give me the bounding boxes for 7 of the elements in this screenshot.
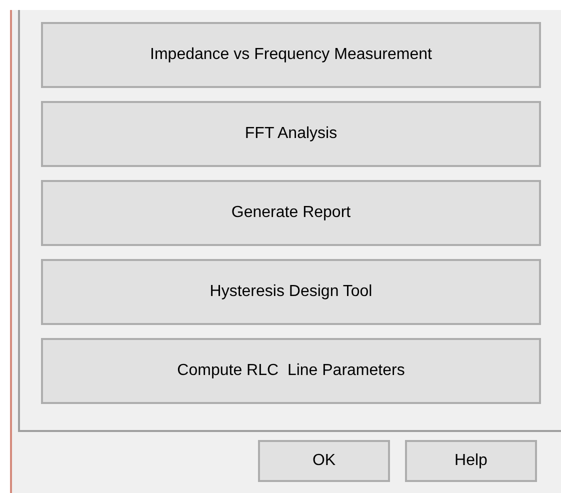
ok-button[interactable]: OK <box>258 440 390 482</box>
action-button[interactable]: Hysteresis Design Tool <box>41 259 541 325</box>
help-button[interactable]: Help <box>405 440 537 482</box>
action-button[interactable]: Impedance vs Frequency Measurement <box>41 22 541 88</box>
action-button[interactable]: FFT Analysis <box>41 101 541 167</box>
action-button[interactable]: Generate Report <box>41 180 541 246</box>
action-button[interactable]: Compute RLC Line Parameters <box>41 338 541 404</box>
